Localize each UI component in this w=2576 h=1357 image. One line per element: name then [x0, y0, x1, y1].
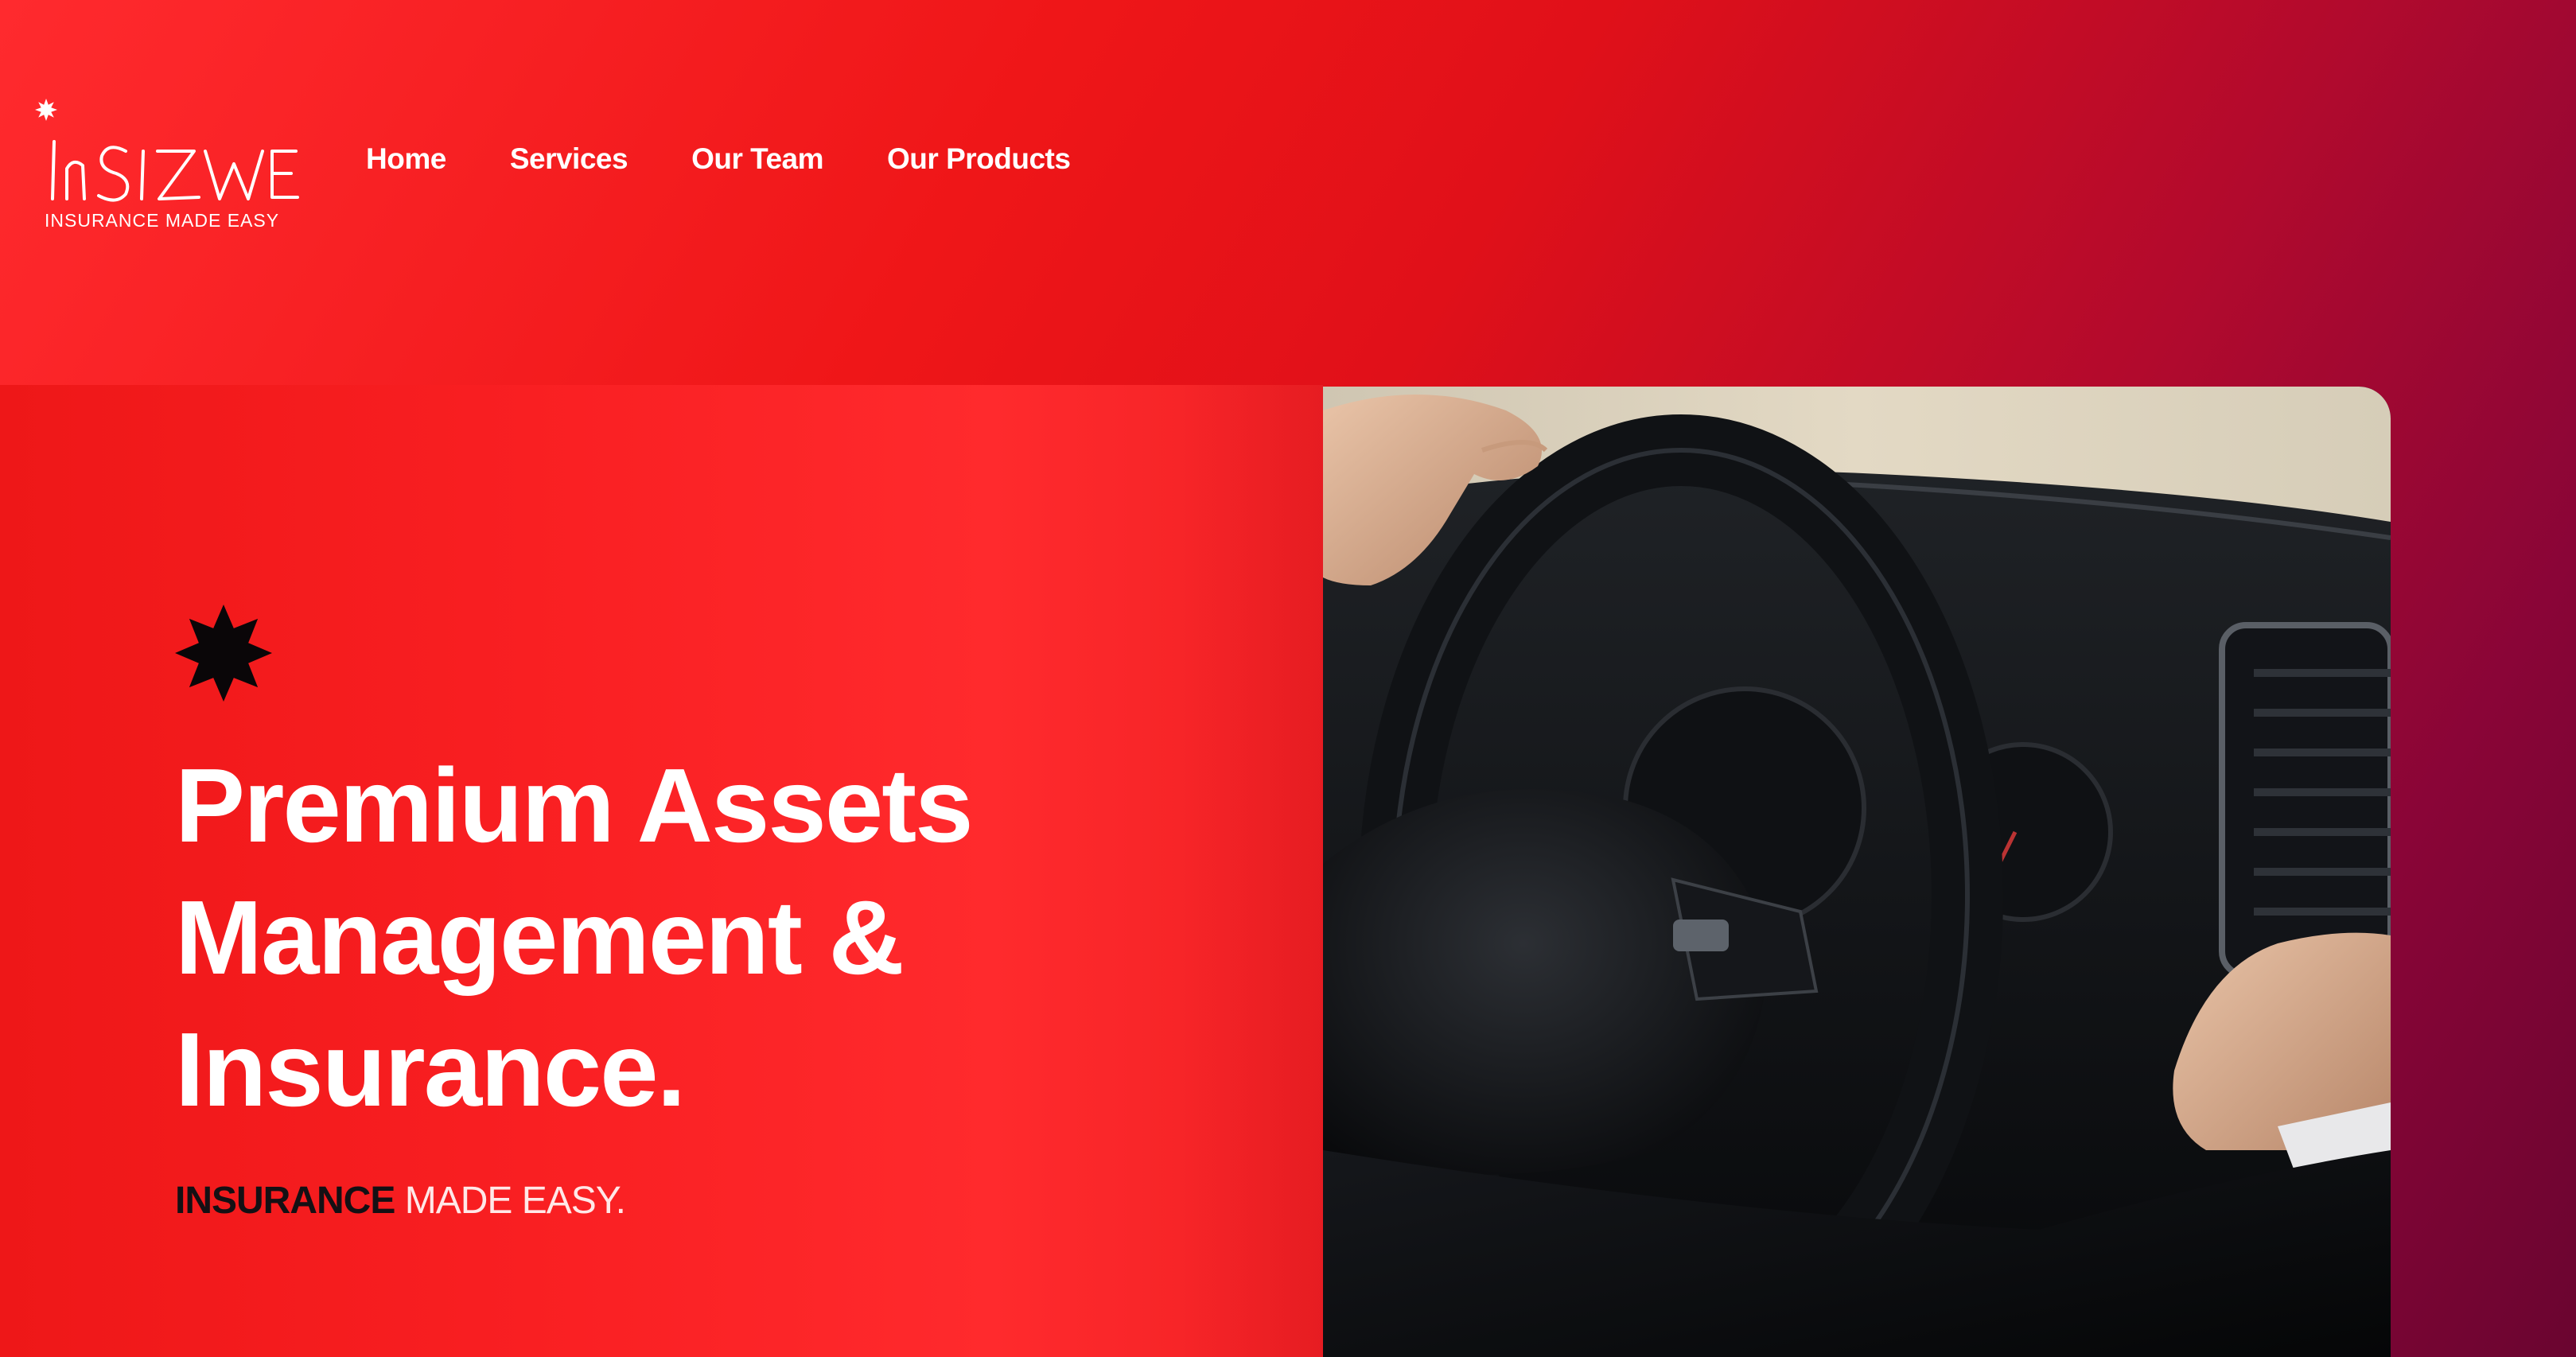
hero-tagline-strong: INSURANCE [175, 1180, 395, 1222]
steering-wheel-photo [1323, 387, 2391, 1357]
nav-home[interactable]: Home [366, 137, 446, 181]
main-nav: Home Services Our Team Our Products [366, 137, 1134, 181]
hero-heading-line-1: Premium Assets [175, 747, 974, 864]
site-header: INSURANCE MADE EASY Home Services Our Te… [0, 0, 2576, 385]
brand-logo[interactable]: INSURANCE MADE EASY [32, 95, 299, 239]
hero-tagline-light: MADE EASY. [404, 1180, 626, 1222]
nav-services[interactable]: Services [510, 137, 628, 181]
hero-heading: Premium Assets Management & Insurance. [175, 740, 1209, 1136]
hero-image [1323, 387, 2391, 1357]
logo-star-icon [35, 99, 57, 121]
nav-our-team[interactable]: Our Team [691, 137, 823, 181]
eight-point-star-icon [175, 605, 272, 702]
logo-tagline: INSURANCE MADE EASY [45, 210, 280, 231]
nav-our-products[interactable]: Our Products [887, 137, 1071, 181]
logo-wordmark [51, 140, 299, 202]
hero-heading-line-2: Management & [175, 879, 905, 996]
hero-tagline: INSURANCE MADE EASY. [175, 1179, 626, 1223]
hero-heading-line-3: Insurance. [175, 1011, 686, 1128]
